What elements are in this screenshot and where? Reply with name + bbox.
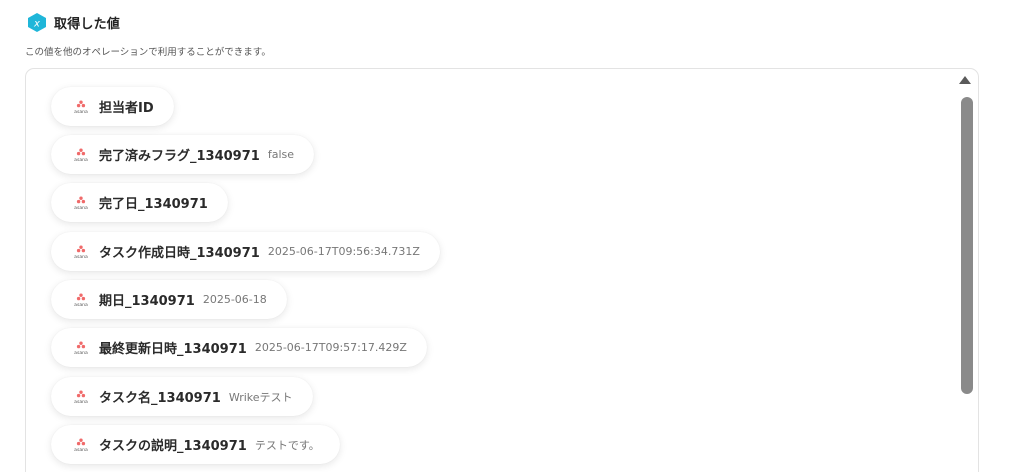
value-text: 2025-06-17T09:57:17.429Z (254, 341, 407, 354)
scroll-up-arrow-icon[interactable] (958, 75, 972, 85)
value-pill-task-description[interactable]: asana タスクの説明_1340971 テストです。 (51, 425, 340, 464)
value-label: タスク作成日時_1340971 (99, 246, 260, 261)
svg-text:x: x (33, 19, 40, 30)
value-text: false (267, 148, 294, 161)
value-label: 完了済みフラグ_1340971 (99, 149, 260, 164)
value-label: 最終更新日時_1340971 (99, 342, 247, 357)
svg-text:asana: asana (74, 205, 88, 209)
value-text: テストです。 (254, 438, 320, 452)
asana-logo-icon: asana (74, 341, 88, 355)
value-pill-completed-flag[interactable]: asana 完了済みフラグ_1340971 false (51, 135, 314, 174)
section-subtitle: この値を他のオペレーションで利用することができます。 (25, 47, 271, 58)
variable-x-hexagon-icon: x (28, 13, 46, 32)
section-header: x 取得した値 (27, 12, 120, 33)
value-label: タスクの説明_1340971 (99, 439, 247, 454)
values-panel: asana 担当者ID asana 完了済みフラグ_1340971 false … (25, 68, 979, 472)
asana-logo-icon: asana (74, 245, 88, 259)
value-label: タスク名_1340971 (99, 391, 221, 406)
svg-text:asana: asana (74, 447, 88, 451)
scrollbar-thumb[interactable] (961, 97, 973, 394)
asana-logo-icon: asana (74, 293, 88, 307)
svg-text:asana: asana (74, 302, 88, 306)
value-label: 期日_1340971 (99, 294, 195, 309)
value-text: 2025-06-18 (202, 293, 267, 306)
asana-logo-icon: asana (74, 100, 88, 114)
scrollbar[interactable] (960, 95, 974, 472)
value-pill-due-date[interactable]: asana 期日_1340971 2025-06-18 (51, 280, 287, 319)
value-pill-task-created-at[interactable]: asana タスク作成日時_1340971 2025-06-17T09:56:3… (51, 232, 440, 271)
svg-text:asana: asana (74, 399, 88, 403)
asana-logo-icon: asana (74, 196, 88, 210)
value-label: 担当者ID (99, 101, 154, 116)
svg-text:asana: asana (74, 157, 88, 161)
value-label: 完了日_1340971 (99, 197, 208, 212)
asana-logo-icon: asana (74, 148, 88, 162)
value-pill-completed-date[interactable]: asana 完了日_1340971 (51, 183, 228, 222)
value-pill-task-name[interactable]: asana タスク名_1340971 Wrikeテスト (51, 377, 313, 416)
asana-logo-icon: asana (74, 438, 88, 452)
svg-text:asana: asana (74, 109, 88, 113)
svg-text:asana: asana (74, 254, 88, 258)
section-title: 取得した値 (54, 17, 121, 32)
asana-logo-icon: asana (74, 390, 88, 404)
svg-text:asana: asana (74, 350, 88, 354)
value-text: 2025-06-17T09:56:34.731Z (267, 245, 420, 258)
value-pill-last-updated-at[interactable]: asana 最終更新日時_1340971 2025-06-17T09:57:17… (51, 328, 427, 367)
value-text: Wrikeテスト (228, 390, 293, 404)
value-pill-assignee-id[interactable]: asana 担当者ID (51, 87, 174, 126)
